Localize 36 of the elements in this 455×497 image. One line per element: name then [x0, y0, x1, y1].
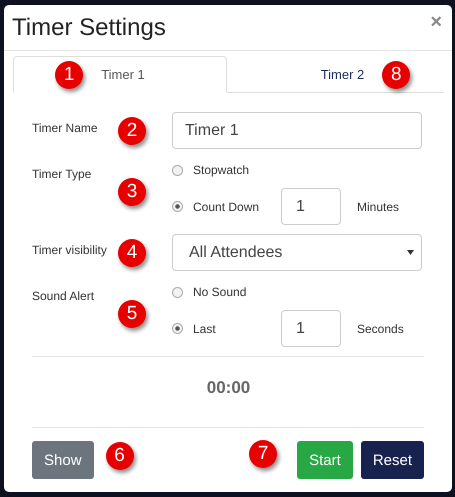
tab[interactable]: 1 Timer 1 [13, 56, 227, 93]
option-label: No Sound [193, 285, 248, 299]
action-button[interactable]: Show [32, 441, 94, 479]
window-title: Timer Settings [12, 13, 166, 43]
dropdown[interactable]: All Attendees [172, 234, 422, 271]
callout-badge: 8 [382, 60, 410, 88]
action-button[interactable]: Reset [360, 441, 424, 479]
radio-button[interactable] [172, 164, 183, 176]
number-field[interactable]: 1 [281, 188, 341, 225]
field-label: Timer Type [32, 167, 92, 181]
option-label: Count Down [193, 200, 260, 214]
tab[interactable]: Timer 2 8 [227, 56, 444, 93]
callout-badge: 2 [118, 116, 146, 144]
field-label: Timer visibility [32, 243, 107, 257]
tab-label[interactable]: Timer 1 [101, 67, 145, 82]
tab-label[interactable]: Timer 2 [320, 67, 364, 82]
input-field[interactable]: Timer 1 [172, 112, 422, 149]
callout-badge: 3 [118, 178, 146, 206]
number-field[interactable]: 1 [281, 310, 341, 347]
callout-badge: 1 [55, 60, 84, 88]
caret-icon [407, 250, 414, 255]
callout-badge: 6 [106, 442, 134, 470]
radio-button[interactable] [172, 201, 183, 212]
field-label: Timer Name [32, 121, 98, 135]
callout-badge: 4 [118, 238, 146, 266]
field-label: Sound Alert [32, 289, 94, 303]
callout-badge: 5 [118, 300, 146, 328]
unit-label: Seconds [357, 322, 404, 336]
callout-badge: 7 [249, 440, 278, 468]
option-label: Stopwatch [193, 163, 250, 177]
radio-button[interactable] [172, 286, 183, 298]
option-label: Last [193, 322, 217, 336]
unit-label: Minutes [357, 200, 400, 214]
close-button[interactable]: × [430, 13, 442, 31]
timer-display: 00:00 [206, 377, 252, 399]
radio-button[interactable] [172, 323, 183, 334]
